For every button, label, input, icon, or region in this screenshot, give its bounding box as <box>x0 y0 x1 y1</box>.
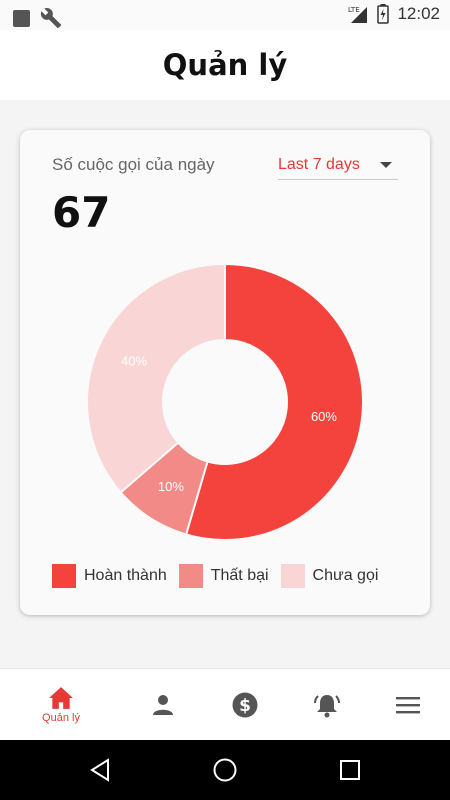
chart-legend: Hoàn thành Thất bại Chưa gọi <box>52 564 378 588</box>
legend-item-not-called[interactable]: Chưa gọi <box>280 564 379 588</box>
home-circle-icon <box>213 758 237 782</box>
app-header: Quản lý <box>0 30 450 100</box>
caret-down-icon <box>380 161 392 168</box>
call-count: 67 <box>52 188 111 237</box>
legend-item-completed[interactable]: Hoàn thành <box>52 564 167 588</box>
legend-label: Thất bại <box>210 567 269 584</box>
date-range-dropdown[interactable]: Last 7 days <box>278 150 398 180</box>
legend-label: Chưa gọi <box>312 567 379 584</box>
nav-label: Quản lý <box>42 712 80 724</box>
home-button[interactable] <box>195 740 255 800</box>
legend-swatch <box>178 564 203 588</box>
nav-item-alerts[interactable] <box>287 669 367 741</box>
donut-slice-not-called <box>86 262 226 494</box>
clock: 12:02 <box>397 4 440 23</box>
donut-chart: 60% 10% 40% <box>86 262 364 541</box>
notification-square-icon <box>13 9 30 27</box>
nav-item-management[interactable]: Quản lý <box>21 669 101 741</box>
card-label: Số cuộc gọi của ngày <box>52 155 215 174</box>
wrench-icon <box>40 8 62 29</box>
slice-label-failed: 10% <box>158 479 184 494</box>
call-stats-card: Số cuộc gọi của ngày Last 7 days 67 60% 1… <box>20 130 430 615</box>
menu-icon <box>396 697 420 714</box>
bottom-navigation: Quản lý $ <box>0 668 450 740</box>
date-range-value: Last 7 days <box>278 155 360 173</box>
back-button[interactable] <box>70 740 130 800</box>
signal-icon: LTE <box>348 6 368 23</box>
alarm-bell-icon <box>314 695 340 718</box>
legend-label: Hoàn thành <box>84 567 167 584</box>
system-navigation-bar <box>0 740 450 800</box>
nav-item-payments[interactable]: $ <box>205 669 285 741</box>
home-icon <box>49 687 73 709</box>
status-bar: LTE 12:02 <box>0 0 450 30</box>
dollar-icon: $ <box>232 692 258 718</box>
nav-item-profile[interactable] <box>123 669 203 741</box>
legend-swatch <box>52 564 76 588</box>
slice-label-completed: 60% <box>311 409 337 424</box>
slice-label-not-called: 40% <box>121 353 147 368</box>
recents-button[interactable] <box>320 740 380 800</box>
legend-swatch <box>280 564 305 588</box>
recents-square-icon <box>340 760 360 780</box>
back-triangle-icon <box>90 758 109 782</box>
person-icon <box>153 695 173 715</box>
page-title: Quản lý <box>162 48 288 82</box>
legend-item-failed[interactable]: Thất bại <box>178 564 269 588</box>
nav-item-menu[interactable] <box>368 669 448 741</box>
svg-text:$: $ <box>239 696 251 716</box>
network-type-label: LTE <box>348 6 360 14</box>
battery-icon <box>377 4 390 24</box>
